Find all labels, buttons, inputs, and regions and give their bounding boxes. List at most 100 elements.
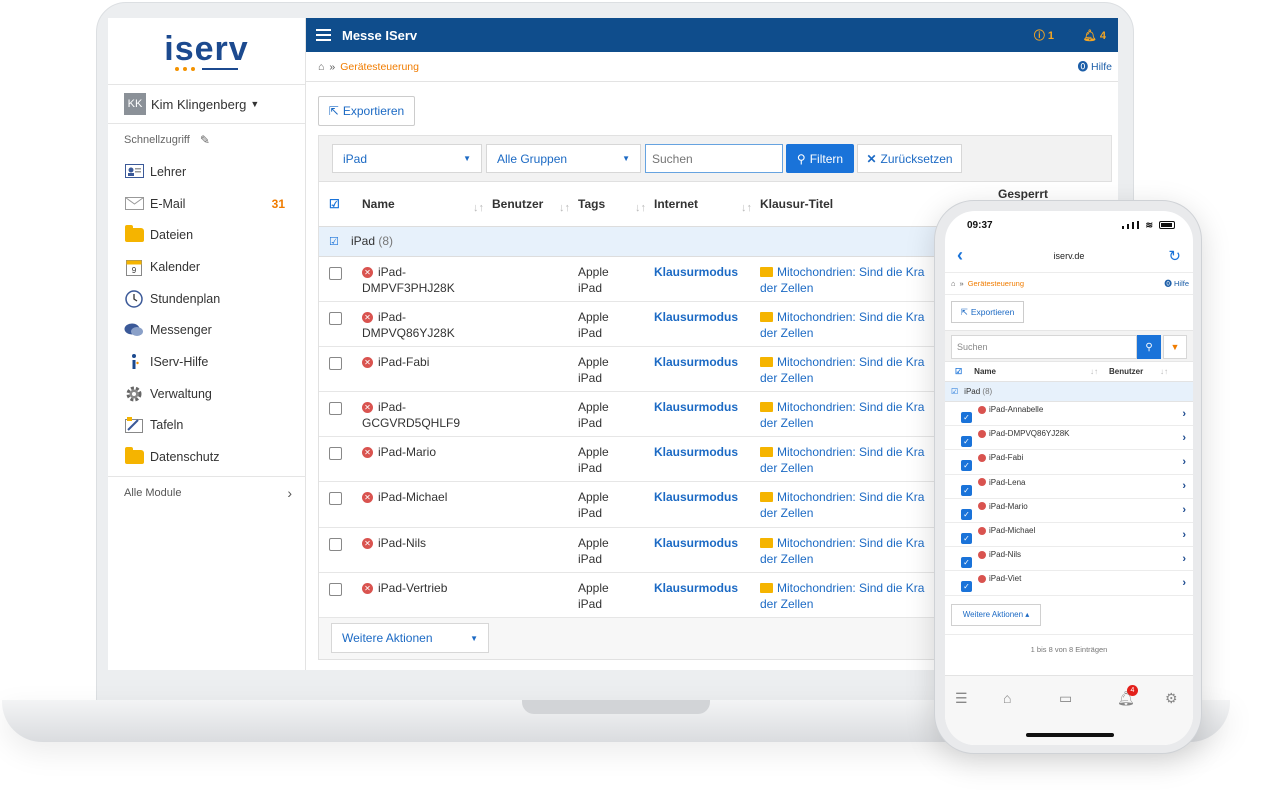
row-checkbox[interactable] (319, 391, 349, 438)
sidebar-item-messenger[interactable]: Messenger (108, 314, 305, 346)
row-checkbox[interactable] (319, 436, 349, 483)
device-type-select[interactable]: iPad ▼ (332, 144, 482, 173)
list-item[interactable]: ✓ iPad-Annabelle › (945, 402, 1193, 427)
checked-checkbox-icon[interactable]: ✓ (961, 484, 972, 496)
list-item[interactable]: ✓ iPad-Mario › (945, 499, 1193, 523)
user-menu[interactable]: KK Kim Klingenberg ▼ (108, 84, 305, 124)
checked-checkbox-icon[interactable]: ✓ (961, 581, 972, 593)
breadcrumb-current[interactable]: Gerätesteuerung (968, 279, 1024, 288)
breadcrumb-current[interactable]: Gerätesteuerung (340, 61, 419, 73)
filter-funnel-icon[interactable]: ▼ (1163, 335, 1187, 359)
device-name-cell[interactable]: ✕ iPad-Nils (349, 527, 492, 573)
column-header-internet[interactable]: Internet ↓↑ (654, 182, 760, 227)
checked-checkbox-icon[interactable]: ✓ (961, 508, 972, 520)
chevron-right-icon[interactable]: › (1182, 456, 1186, 468)
checked-checkbox-icon[interactable]: ✓ (961, 436, 972, 448)
export-button[interactable]: ⇱ Exportieren (318, 96, 415, 126)
row-checkbox[interactable] (319, 527, 349, 573)
sidebar-item-lehrer[interactable]: Lehrer (108, 156, 305, 188)
column-header-name[interactable]: Name (974, 367, 996, 376)
list-item[interactable]: ✓ iPad-Fabi › (945, 450, 1193, 475)
chevron-right-icon[interactable]: › (1182, 408, 1186, 420)
chevron-right-icon[interactable]: › (1182, 529, 1186, 541)
gear-icon[interactable]: ⚙ (1165, 690, 1178, 707)
list-item[interactable]: ✓ iPad-Michael › (945, 523, 1193, 548)
device-name-cell[interactable]: ✕ iPad- DMPVQ86YJ28K (349, 301, 492, 347)
reload-icon[interactable]: ↻ (1168, 247, 1181, 265)
teacher-icon (124, 163, 144, 181)
filter-button[interactable]: ⚲ Filtern (786, 144, 854, 173)
list-item[interactable]: ✓ iPad-Nils › (945, 547, 1193, 572)
select-all-checkbox[interactable]: ☑ (319, 182, 349, 227)
chevron-right-icon[interactable]: › (1182, 504, 1186, 516)
sidebar-item-datenschutz[interactable]: Datenschutz (108, 441, 305, 473)
phone-group-row[interactable]: ☑ iPad (8) (945, 382, 1193, 402)
sidebar-item-label: Messenger (150, 323, 212, 338)
chat-icon[interactable]: ▭ (1059, 690, 1072, 707)
phone-search-input[interactable]: Suchen (951, 335, 1137, 359)
phone-bulk-actions[interactable]: Weitere Aktionen ▴ (951, 603, 1041, 626)
sidebar-item-tafeln[interactable]: Tafeln (108, 410, 305, 442)
chevron-right-icon[interactable]: › (1182, 553, 1186, 565)
sidebar-item-iserv-hilfe[interactable]: IServ-Hilfe (108, 346, 305, 378)
hamburger-menu-icon[interactable] (316, 29, 331, 41)
checked-checkbox-icon[interactable]: ✓ (961, 412, 972, 424)
checked-checkbox-icon[interactable]: ✓ (961, 460, 972, 472)
list-item[interactable]: ✓ iPad-Viet › (945, 571, 1193, 596)
pagination-info: 1 bis 8 von 8 Einträgen (945, 633, 1193, 664)
reset-button[interactable]: ✕ Zurücksetzen (857, 144, 962, 173)
search-input[interactable] (645, 144, 783, 173)
tags-cell: Apple iPad (578, 256, 654, 302)
device-name-cell[interactable]: ✕ iPad-Fabi (349, 346, 492, 393)
sidebar-item-dateien[interactable]: Dateien (108, 219, 305, 251)
phone-export-button[interactable]: ⇱ Exportieren (951, 301, 1024, 323)
select-all-checkbox[interactable]: ☑ (955, 367, 962, 376)
column-header-tags[interactable]: Tags ↓↑ (578, 182, 654, 227)
search-icon[interactable]: ⚲ (1137, 335, 1161, 359)
info-indicator[interactable]: ⓘ 1 (1034, 27, 1054, 43)
sidebar-item-email[interactable]: E-Mail 31 (108, 188, 305, 220)
list-item[interactable]: ✓ iPad-DMPVQ86YJ28K › (945, 426, 1193, 451)
group-select[interactable]: Alle Gruppen ▼ (486, 144, 641, 173)
list-item[interactable]: ✓ iPad-Lena › (945, 475, 1193, 499)
help-link[interactable]: ⓿ Hilfe (1164, 278, 1189, 289)
column-header-benutzer[interactable]: Benutzer (1109, 367, 1143, 376)
device-name-cell[interactable]: ✕ iPad- GCGVRD5QHLF9 (349, 391, 492, 438)
row-checkbox[interactable] (319, 572, 349, 619)
chevron-right-icon[interactable]: › (1182, 577, 1186, 589)
device-name-cell[interactable]: ✕ iPad-Mario (349, 436, 492, 483)
exam-title: Mitochondrien: Sind die Kra der Zellen (760, 535, 925, 566)
tags-cell: Apple iPad (578, 391, 654, 438)
back-arrow-icon[interactable]: ‹ (957, 245, 963, 266)
bulk-actions-dropdown[interactable]: Weitere Aktionen ▼ (331, 623, 489, 653)
home-icon[interactable]: ⌂ (1003, 690, 1011, 706)
exam-title: Mitochondrien: Sind die Kra der Zellen (760, 490, 925, 521)
column-header-benutzer[interactable]: Benutzer ↓↑ (492, 182, 578, 227)
chevron-right-icon[interactable]: › (1182, 432, 1186, 444)
menu-icon[interactable]: ☰ (955, 690, 968, 707)
row-checkbox[interactable] (319, 301, 349, 347)
sidebar-item-kalender[interactable]: 9 Kalender (108, 251, 305, 283)
checked-checkbox-icon[interactable]: ✓ (961, 533, 972, 545)
iserv-logo[interactable]: iserv (108, 18, 305, 84)
pencil-icon[interactable]: ✎ (200, 133, 210, 147)
device-name-cell[interactable]: ✕ iPad-Michael (349, 481, 492, 528)
sidebar-item-verwaltung[interactable]: Verwaltung (108, 378, 305, 410)
notification-bell[interactable]: 🔔︎ 4 (1083, 29, 1106, 42)
column-header-name[interactable]: Name ↓↑ (349, 182, 492, 227)
row-checkbox[interactable] (319, 256, 349, 302)
group-checkbox[interactable]: ☑ (951, 387, 958, 396)
help-link[interactable]: ⓿ Hilfe (1078, 59, 1112, 74)
checked-checkbox-icon[interactable]: ✓ (961, 557, 972, 569)
group-checkbox[interactable]: ☑ (319, 226, 349, 257)
chevron-right-icon[interactable]: › (1182, 480, 1186, 492)
row-checkbox[interactable] (319, 481, 349, 528)
all-modules-link[interactable]: Alle Module › (108, 476, 306, 508)
home-icon[interactable]: ⌂ (951, 279, 956, 288)
device-name-cell[interactable]: ✕ iPad- DMPVF3PHJ28K (349, 256, 492, 302)
home-icon[interactable]: ⌂ (318, 61, 324, 73)
sidebar-item-stundenplan[interactable]: Stundenplan (108, 283, 305, 315)
blocked-x-icon: ✕ (362, 356, 373, 368)
row-checkbox[interactable] (319, 346, 349, 393)
device-name-cell[interactable]: ✕ iPad-Vertrieb (349, 572, 492, 619)
